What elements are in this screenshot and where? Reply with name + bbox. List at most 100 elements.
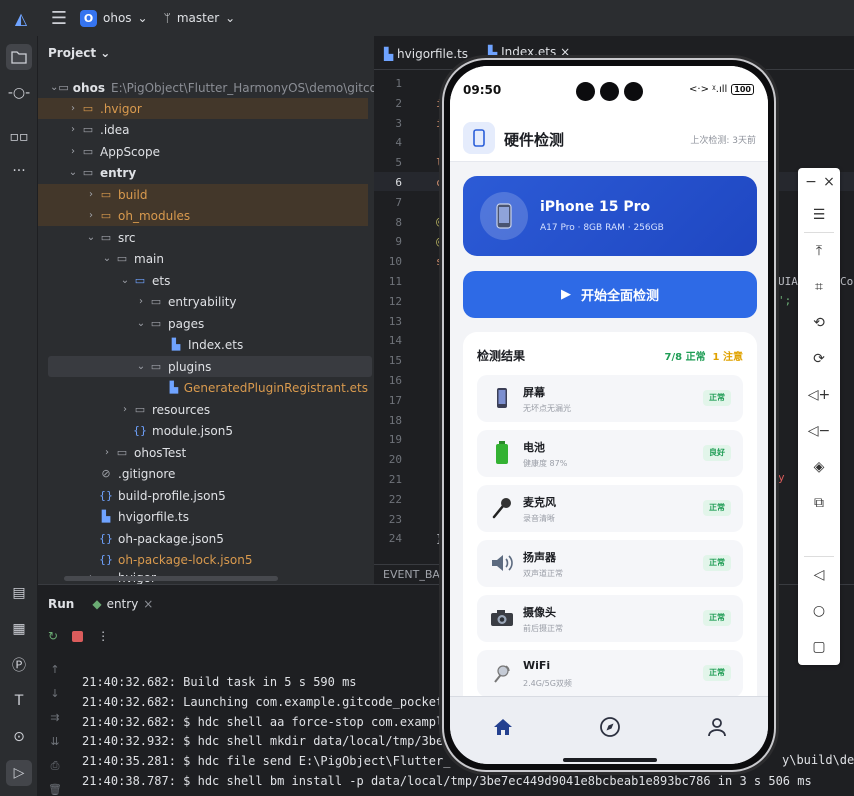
user-icon[interactable] — [705, 715, 729, 739]
folder-icon[interactable] — [6, 44, 32, 70]
camera-cutout — [576, 82, 595, 101]
log-line-tail: y\build\defa — [782, 753, 854, 767]
list-item[interactable]: 摄像头 前后摄正常 正常 — [477, 595, 743, 642]
tree-item[interactable]: › ▭ AppScope — [38, 141, 368, 162]
tree-item[interactable]: {} module.json5 — [38, 420, 368, 441]
terminal-icon[interactable]: ▤ — [6, 580, 32, 606]
divider — [804, 232, 834, 233]
commit-icon[interactable]: -○- — [6, 80, 32, 106]
tree-item[interactable]: › ▭ oh_modules — [38, 205, 368, 226]
tree-item[interactable]: {} build-profile.json5 — [38, 485, 368, 506]
tree-item[interactable]: › ▭ ohosTest — [38, 442, 368, 463]
build-icon[interactable]: T — [6, 688, 32, 714]
panel-title[interactable]: Project ⌄ — [48, 46, 110, 60]
services-icon[interactable]: ▦ — [6, 616, 32, 642]
stop-icon[interactable] — [72, 630, 84, 642]
main-menu-icon[interactable]: ☰ — [44, 8, 74, 29]
close-icon[interactable]: × — [143, 597, 153, 611]
more-icon[interactable]: ··· — [6, 158, 32, 184]
ignore-file-icon: ⊘ — [101, 467, 111, 480]
problems-icon[interactable]: ⊙ — [6, 724, 32, 750]
run-icon[interactable]: ▷ — [6, 760, 32, 786]
profiler-icon[interactable]: Ⓟ — [6, 652, 32, 678]
code-text: y — [778, 471, 785, 484]
volume-down-icon[interactable]: ◁− — [798, 419, 840, 443]
tree-item[interactable]: › ▭ resources — [38, 399, 368, 420]
down-arrow-icon[interactable]: ↓ — [46, 687, 64, 711]
device-card[interactable]: iPhone 15 Pro A17 Pro · 8GB RAM · 256GB — [463, 176, 757, 256]
recent-apps-icon[interactable]: ▢ — [798, 635, 840, 659]
tree-item[interactable]: ⌄ ▭ ets — [38, 270, 368, 291]
tree-item[interactable]: › ▭ entryability — [38, 291, 368, 312]
tree-item[interactable]: › ▭ .hvigor — [38, 98, 368, 119]
home-indicator[interactable] — [563, 758, 657, 762]
folder-icon: ▭ — [82, 145, 94, 158]
up-arrow-icon[interactable]: ↑ — [46, 663, 64, 687]
line-numbers: 1234 5678 9 10 11 12 13 14 15 16 17 18 19 20 21 22… — [388, 77, 402, 546]
compass-icon[interactable] — [598, 715, 622, 739]
run-side-toolbar: ↑ ↓ ⇉ ⇊ ⎙ 🗑 — [46, 663, 64, 796]
menu-icon[interactable]: ☰ — [798, 203, 840, 227]
list-item[interactable]: 屏幕 无坏点无漏光 正常 — [477, 375, 743, 422]
tree-item[interactable]: ▙ hvigorfile.ts — [38, 506, 368, 527]
project-name: ohos — [103, 11, 132, 25]
ets-file-icon: ▙ — [171, 338, 181, 351]
tree-item[interactable]: ▙ Index.ets — [38, 334, 368, 355]
close-icon[interactable]: × — [560, 45, 570, 59]
tree-item[interactable]: {} oh-package.json5 — [38, 528, 368, 549]
folder-icon: ▭ — [82, 102, 94, 115]
multi-device-icon[interactable]: ⧉ — [798, 491, 840, 515]
code-text: Co — [840, 275, 854, 288]
pin-top-icon[interactable]: ⤒ — [798, 239, 840, 263]
tree-item[interactable]: ⌄ ▭ pages — [38, 313, 368, 334]
tree-root[interactable]: ⌄ ▭ ohos E:\PigObject\Flutter_HarmonyOS\de… — [38, 77, 406, 98]
tree-item[interactable]: › ▭ .idea — [38, 119, 368, 140]
print-icon[interactable]: ⎙ — [46, 759, 64, 783]
tree-item[interactable]: {} oh-package-lock.json5 — [38, 549, 368, 570]
start-full-check-button[interactable]: ▶ 开始全面检测 — [463, 271, 757, 318]
camera-cutout — [600, 82, 619, 101]
rerun-icon[interactable]: ↻ — [48, 629, 58, 643]
scroll-end-icon[interactable]: ⇊ — [46, 735, 64, 759]
home-icon[interactable] — [491, 715, 515, 739]
list-item[interactable]: 麦克风 录音清晰 正常 — [477, 485, 743, 532]
status-time: 09:50 — [463, 83, 502, 97]
run-tab-entry[interactable]: ◆ entry × — [92, 597, 153, 611]
tree-item[interactable]: ⌄ ▭ entry — [38, 162, 368, 183]
last-check-text: 上次检测: 3天前 — [690, 136, 756, 146]
list-item[interactable]: 扬声器 双声道正常 正常 — [477, 540, 743, 587]
phone-icon — [489, 385, 515, 411]
rotate-right-icon[interactable]: ⟳ — [798, 347, 840, 371]
project-selector[interactable]: O ohos ⌄ — [80, 9, 148, 27]
volume-up-icon[interactable]: ◁+ — [798, 383, 840, 407]
crop-icon[interactable]: ⌗ — [798, 275, 840, 299]
close-icon[interactable]: × — [808, 170, 850, 194]
title-bar: ◭ ☰ O ohos ⌄ ᛘ master ⌄ — [0, 0, 854, 36]
trash-icon[interactable]: 🗑 — [46, 783, 64, 796]
structure-icon[interactable]: ▫▫ — [6, 124, 32, 150]
results-card: 检测结果 7/8 正常 1 注意 屏幕 无坏点无漏光 正常 电池 健康度 87%… — [463, 332, 757, 712]
tree-item[interactable]: ▙ GeneratedPluginRegistrant.ets — [38, 377, 368, 398]
list-item[interactable]: 电池 健康度 87% 良好 — [477, 430, 743, 477]
project-panel: Project ⌄ ⌄ ▭ ohos E:\PigObject\Flutter_Ha… — [38, 36, 410, 584]
tree-item-selected[interactable]: ⌄ ▭ plugins — [48, 356, 372, 377]
branch-name: master — [176, 11, 220, 25]
folder-icon: ▭ — [134, 403, 146, 416]
emulator-phone: 09:50 <·> ᵡ.ıll 100 硬件检测 上次检测: 3天前 iPhon… — [442, 58, 776, 772]
folder-icon: ▭ — [100, 188, 112, 201]
home-button-icon[interactable]: ○ — [798, 599, 840, 623]
soft-wrap-icon[interactable]: ⇉ — [46, 711, 64, 735]
branch-selector[interactable]: ᛘ master ⌄ — [164, 11, 236, 25]
tree-item[interactable]: ⌄ ▭ src — [38, 227, 368, 248]
back-icon[interactable]: ◁ — [798, 563, 840, 587]
more-icon[interactable]: ⋮ — [97, 629, 109, 643]
list-item[interactable]: WiFi 2.4G/5G双频 正常 — [477, 650, 743, 697]
tree-item[interactable]: ⊘ .gitignore — [38, 463, 368, 484]
folder-icon: ▭ — [116, 252, 128, 265]
screenshot-icon[interactable]: ◈ — [798, 455, 840, 479]
tree-item[interactable]: › ▭ build — [38, 184, 368, 205]
rotate-left-icon[interactable]: ⟲ — [798, 311, 840, 335]
horizontal-scrollbar[interactable] — [64, 576, 278, 581]
code-text: '; — [778, 294, 792, 307]
tree-item[interactable]: ⌄ ▭ main — [38, 248, 368, 269]
